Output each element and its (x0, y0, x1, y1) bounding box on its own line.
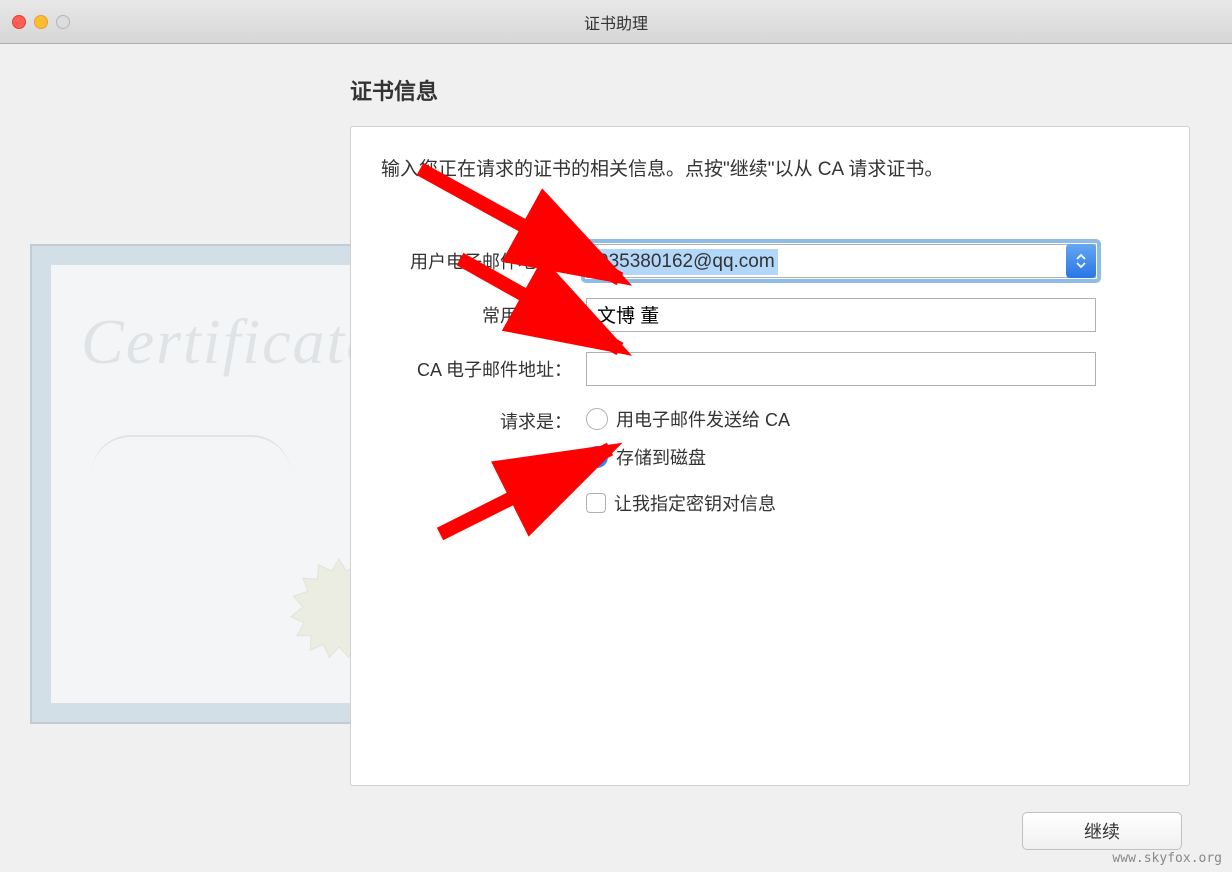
window-title: 证书助理 (584, 10, 648, 34)
continue-button[interactable]: 继续 (1022, 812, 1182, 850)
email-dropdown-button[interactable] (1066, 244, 1096, 278)
option-email-ca-row: 用电子邮件发送给 CA (586, 406, 790, 432)
ca-email-input[interactable] (586, 352, 1096, 386)
chevron-updown-icon (1075, 253, 1087, 269)
request-type-row: 请求是： 用电子邮件发送给 CA 存储到磁盘 让我指定密钥对信息 (381, 406, 1159, 516)
option-email-ca-radio[interactable] (586, 408, 608, 430)
form-panel: 输入您正在请求的证书的相关信息。点按"继续"以从 CA 请求证书。 用户电子邮件… (350, 126, 1190, 786)
option-keypair-row: 让我指定密钥对信息 (586, 490, 790, 516)
certificate-graphic-label: Certificate (81, 305, 377, 379)
email-combo[interactable]: 935380162@qq.com (586, 244, 1096, 278)
minimize-window-icon[interactable] (34, 15, 48, 29)
ca-email-row: CA 电子邮件地址： (381, 352, 1159, 386)
watermark: www.skyfox.org (1112, 851, 1222, 866)
form-description: 输入您正在请求的证书的相关信息。点按"继续"以从 CA 请求证书。 (381, 157, 1159, 184)
option-keypair-checkbox[interactable] (586, 493, 606, 513)
titlebar: 证书助理 (0, 0, 1232, 44)
option-save-disk-radio[interactable] (586, 446, 608, 468)
email-label: 用户电子邮件地址： (381, 248, 586, 274)
request-type-label: 请求是： (381, 406, 586, 434)
common-name-row: 常用名称： (381, 298, 1159, 332)
section-heading: 证书信息 (350, 74, 1182, 106)
close-window-icon[interactable] (12, 15, 26, 29)
maximize-window-icon (56, 15, 70, 29)
ca-email-label: CA 电子邮件地址： (381, 356, 586, 382)
common-name-input[interactable] (586, 298, 1096, 332)
request-type-group: 用电子邮件发送给 CA 存储到磁盘 让我指定密钥对信息 (586, 406, 790, 516)
content-area: Certificate 证书信息 输入您正在请求的证书的相关信息。点按"继续"以… (0, 44, 1232, 872)
common-name-label: 常用名称： (381, 302, 586, 328)
option-keypair-label: 让我指定密钥对信息 (614, 490, 776, 516)
traffic-lights (12, 15, 70, 29)
option-save-disk-row: 存储到磁盘 (586, 444, 790, 470)
option-save-disk-label: 存储到磁盘 (616, 444, 706, 470)
option-email-ca-label: 用电子邮件发送给 CA (616, 406, 790, 432)
email-input-wrap: 935380162@qq.com (586, 244, 1096, 278)
email-row: 用户电子邮件地址： 935380162@qq.com (381, 244, 1159, 278)
email-value: 935380162@qq.com (595, 249, 778, 275)
